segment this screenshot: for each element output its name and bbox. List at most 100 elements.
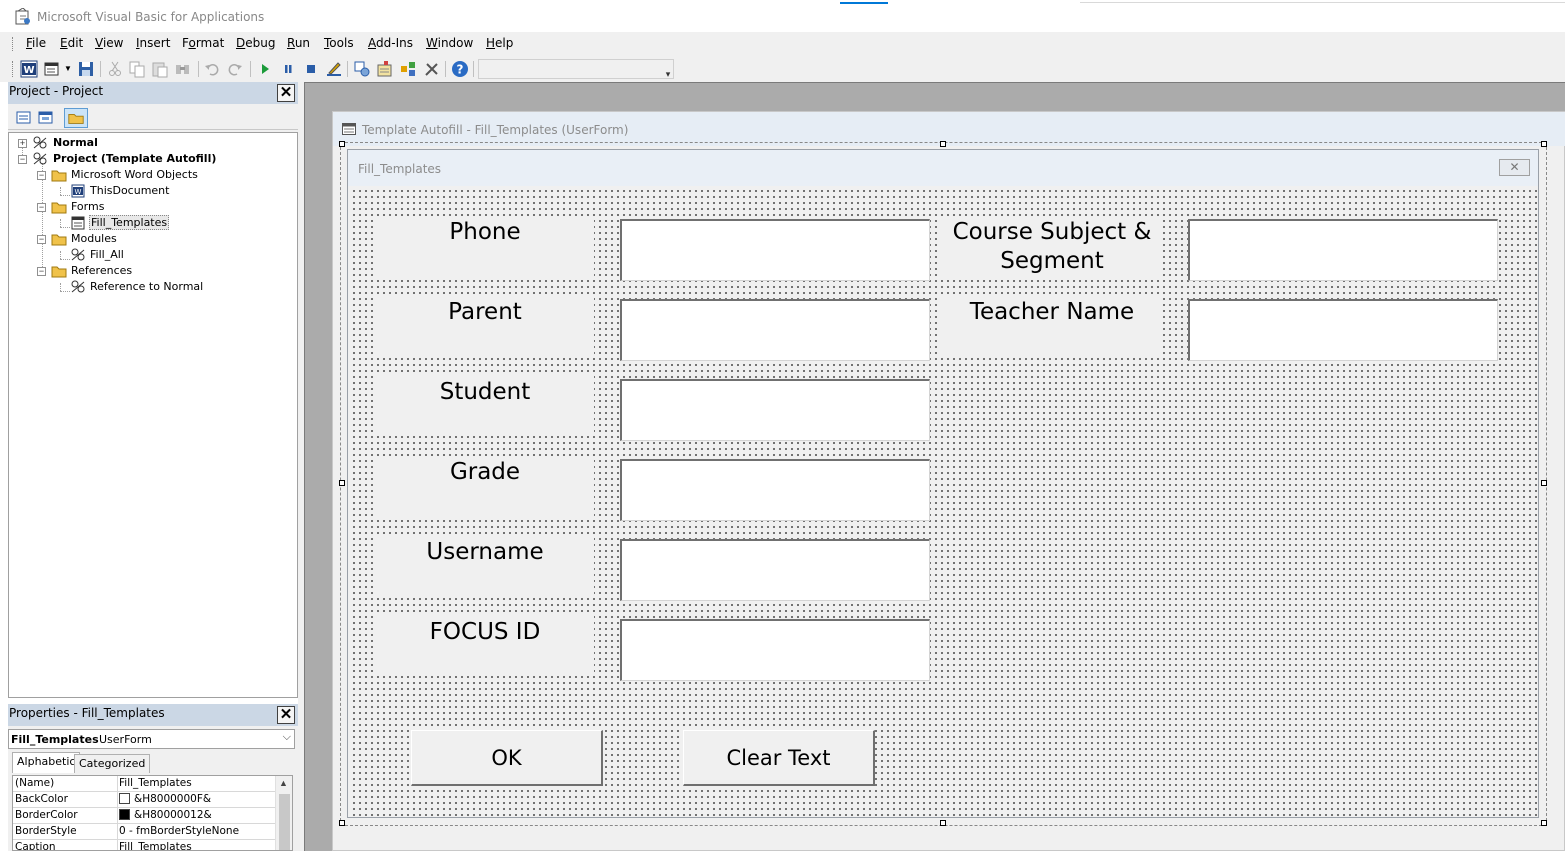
label-course-subject-segment[interactable]: Course Subject & Segment	[941, 216, 1163, 278]
chevron-down-icon[interactable]: ▼	[64, 64, 72, 73]
insert-userform-icon[interactable]	[44, 60, 62, 78]
collapse-icon[interactable]: −	[37, 203, 46, 212]
menu-run[interactable]: Run	[287, 36, 310, 50]
close-icon[interactable]: ✕	[1499, 159, 1530, 176]
collapse-icon[interactable]: −	[37, 171, 46, 180]
ok-button[interactable]: OK	[411, 730, 603, 786]
properties-window-icon[interactable]	[376, 60, 394, 78]
menu-file[interactable]: File	[26, 36, 46, 50]
tree-item-reference-to-normal[interactable]: Reference to Normal	[90, 279, 203, 295]
tree-item-forms[interactable]: Forms	[71, 199, 104, 215]
phone-textbox[interactable]	[620, 219, 930, 281]
userform-canvas[interactable]: Phone Parent Student Grade Username FOCU…	[349, 186, 1537, 816]
menu-tools[interactable]: Tools	[324, 36, 354, 50]
toolbox-icon[interactable]	[423, 60, 441, 78]
property-row[interactable]: BorderColor &H80000012&	[13, 808, 275, 824]
label-phone[interactable]: Phone	[376, 216, 594, 276]
object-select-type: UserForm	[99, 733, 152, 746]
designer-title-bar[interactable]: Template Autofill - Fill_Templates (User…	[333, 112, 1565, 146]
menu-edit[interactable]: Edit	[60, 36, 83, 50]
word-icon[interactable]: W	[20, 60, 38, 78]
project-explorer-icon[interactable]	[353, 60, 371, 78]
property-value[interactable]: Fill_Templates	[119, 840, 192, 850]
toolbar-grip[interactable]	[12, 61, 16, 77]
label-username[interactable]: Username	[376, 536, 594, 596]
menu-help[interactable]: Help	[486, 36, 513, 50]
property-row[interactable]: Caption Fill_Templates	[13, 840, 275, 850]
folder-icon	[51, 170, 67, 182]
property-row[interactable]: BorderStyle 0 - fmBorderStyleNone	[13, 824, 275, 840]
undo-icon[interactable]	[203, 60, 221, 78]
expand-icon[interactable]: +	[18, 139, 27, 148]
property-value[interactable]: 0 - fmBorderStyleNone	[119, 824, 239, 839]
menu-add-ins[interactable]: Add-Ins	[368, 36, 413, 50]
property-value[interactable]: &H80000012&	[119, 808, 212, 823]
toggle-folders-icon[interactable]	[64, 108, 88, 128]
property-grid-scrollbar[interactable]: ▲	[275, 776, 292, 850]
property-value[interactable]: &H8000000F&	[119, 792, 211, 807]
object-browser-icon[interactable]	[399, 60, 417, 78]
tab-categorized[interactable]: Categorized	[74, 754, 151, 773]
label-grade[interactable]: Grade	[376, 456, 594, 516]
tree-item-modules[interactable]: Modules	[71, 231, 117, 247]
collapse-icon[interactable]: −	[18, 155, 27, 164]
collapse-icon[interactable]: −	[37, 235, 46, 244]
properties-panel-title-bar: Properties - Fill_Templates ✕	[8, 704, 298, 726]
copy-icon[interactable]	[128, 60, 146, 78]
resize-handle[interactable]	[1541, 820, 1547, 826]
menu-window[interactable]: Window	[426, 36, 473, 50]
tree-item-thisdocument[interactable]: ThisDocument	[90, 183, 169, 199]
tree-item-references[interactable]: References	[71, 263, 132, 279]
save-icon[interactable]	[77, 60, 95, 78]
menubar-grip[interactable]	[12, 37, 16, 51]
label-focus-id[interactable]: FOCUS ID	[376, 616, 594, 676]
scrollbar-thumb[interactable]	[279, 794, 290, 850]
menu-debug[interactable]: Debug	[236, 36, 275, 50]
resize-handle[interactable]	[1541, 480, 1547, 486]
tree-item-project[interactable]: Project (Template Autofill)	[53, 151, 216, 167]
clear-text-button[interactable]: Clear Text	[683, 730, 875, 786]
break-icon[interactable]	[279, 60, 297, 78]
label-teacher-name[interactable]: Teacher Name	[941, 296, 1163, 356]
tree-item-word-objects[interactable]: Microsoft Word Objects	[71, 167, 198, 183]
run-icon[interactable]	[256, 60, 274, 78]
label-student[interactable]: Student	[376, 376, 594, 436]
property-row[interactable]: (Name) Fill_Templates	[13, 776, 275, 792]
chevron-down-icon[interactable]: ⌵	[283, 731, 291, 744]
tree-item-normal[interactable]: Normal	[53, 135, 98, 151]
teacher-name-textbox[interactable]	[1188, 299, 1498, 361]
course-subject-textbox[interactable]	[1188, 219, 1498, 281]
label-parent[interactable]: Parent	[376, 296, 594, 356]
menu-insert[interactable]: Insert	[136, 36, 170, 50]
cut-icon[interactable]	[106, 60, 124, 78]
menu-format[interactable]: Format	[182, 36, 224, 50]
property-value[interactable]: Fill_Templates	[119, 776, 192, 791]
object-select[interactable]: Fill_Templates UserForm ⌵	[8, 729, 295, 749]
collapse-icon[interactable]: −	[37, 267, 46, 276]
student-textbox[interactable]	[620, 379, 930, 441]
resize-handle[interactable]	[940, 820, 946, 826]
reset-icon[interactable]	[302, 60, 320, 78]
parent-textbox[interactable]	[620, 299, 930, 361]
property-row[interactable]: BackColor &H8000000F&	[13, 792, 275, 808]
view-code-icon[interactable]	[14, 109, 34, 127]
menu-view[interactable]: View	[95, 36, 123, 50]
tree-item-fill-all[interactable]: Fill_All	[90, 247, 124, 263]
view-object-icon[interactable]	[36, 109, 56, 127]
redo-icon[interactable]	[226, 60, 244, 78]
focus-id-textbox[interactable]	[620, 619, 930, 681]
scroll-up-icon[interactable]: ▲	[279, 778, 288, 788]
design-mode-icon[interactable]	[325, 60, 343, 78]
tab-alphabetic[interactable]: Alphabetic	[12, 752, 81, 773]
help-icon[interactable]: ?	[451, 60, 469, 78]
document-icon: W	[71, 184, 85, 198]
close-icon[interactable]: ✕	[277, 84, 295, 102]
toolbar-overflow-icon[interactable]: ▾	[663, 68, 673, 80]
grade-textbox[interactable]	[620, 459, 930, 521]
username-textbox[interactable]	[620, 539, 930, 601]
menu-bar: File Edit View Insert Format Debug Run T…	[0, 32, 1565, 56]
close-icon[interactable]: ✕	[277, 706, 295, 724]
find-icon[interactable]	[174, 60, 192, 78]
tree-item-fill-templates[interactable]: Fill_Templates	[89, 215, 170, 231]
paste-icon[interactable]	[151, 60, 169, 78]
